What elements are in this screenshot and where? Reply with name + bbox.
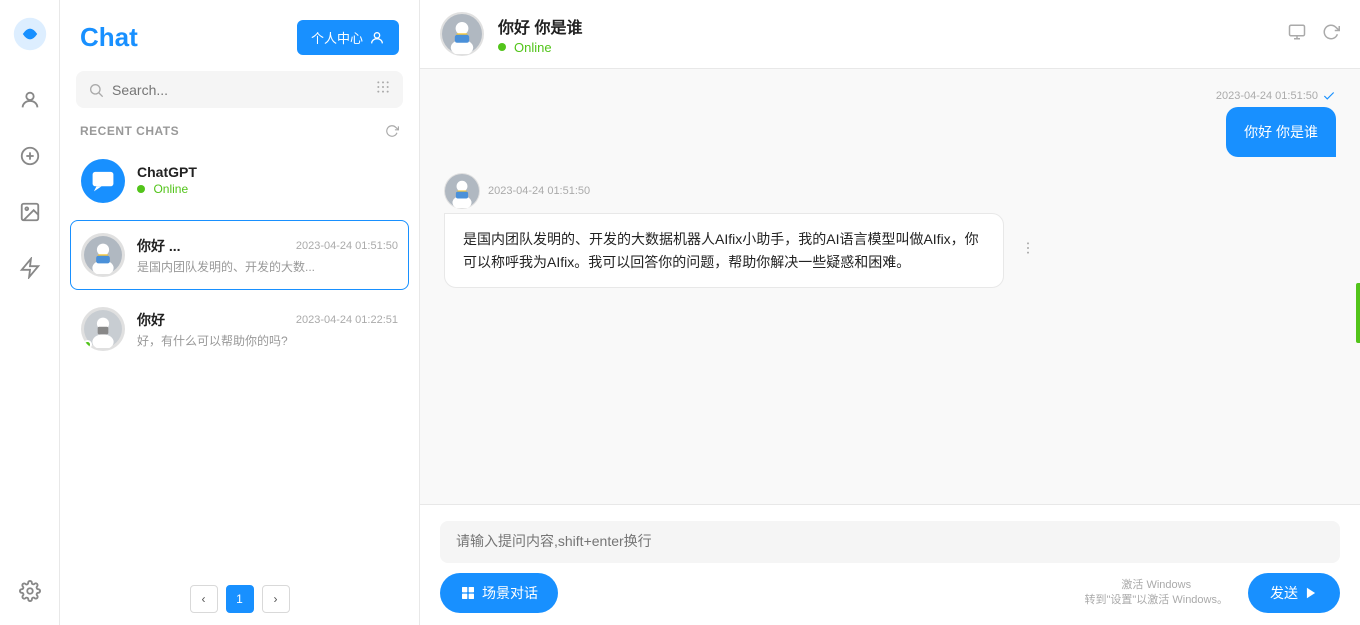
- chat-item-chatgpt[interactable]: ChatGPT Online: [70, 146, 409, 216]
- msg-time-outgoing-1: 2023-04-24 01:51:50: [1216, 89, 1336, 103]
- search-icon: [88, 82, 104, 98]
- chat-header-icons: [1288, 23, 1340, 46]
- bot-avatar-icon: [445, 174, 479, 208]
- chat-info-1: 你好 ... 2023-04-24 01:51:50 是国内团队发明的、开发的大…: [137, 236, 398, 275]
- monitor-icon[interactable]: [1288, 23, 1306, 46]
- person-icon: [369, 30, 385, 46]
- msg-bubble-outgoing-1: 你好 你是谁: [1226, 107, 1336, 157]
- scene-chat-button[interactable]: 场景对话: [440, 573, 558, 613]
- page-1-button[interactable]: 1: [226, 585, 254, 613]
- chat-header-status: Online: [498, 40, 582, 55]
- header-avatar-icon: [442, 14, 482, 54]
- chat-header-name: 你好 你是谁: [498, 14, 582, 38]
- prev-page-button[interactable]: ‹: [190, 585, 218, 613]
- incoming-avatar: [444, 173, 480, 209]
- input-actions: 场景对话 激活 Windows 转到"设置"以激活 Windows。 发送: [440, 573, 1340, 613]
- person-avatar-1: [84, 236, 122, 274]
- more-options-icon[interactable]: [1020, 240, 1036, 261]
- scene-icon: [460, 585, 476, 601]
- online-label-chatgpt: Online: [153, 182, 188, 196]
- input-area: 场景对话 激活 Windows 转到"设置"以激活 Windows。 发送: [420, 504, 1360, 625]
- next-page-button[interactable]: ›: [262, 585, 290, 613]
- chat-avatar-chatgpt: [81, 159, 125, 203]
- checkmark-icon: [1322, 89, 1336, 103]
- messages-area: 2023-04-24 01:51:50 你好 你是谁: [420, 69, 1360, 504]
- chat-avatar-1: [81, 233, 125, 277]
- send-button[interactable]: 发送: [1248, 573, 1340, 613]
- nav-icon-add[interactable]: [12, 138, 48, 174]
- chat-info-chatgpt: ChatGPT Online: [137, 164, 398, 198]
- chat-header-left: 你好 你是谁 Online: [440, 12, 582, 56]
- refresh-icon-small[interactable]: [385, 124, 399, 138]
- msg-time-incoming-1: 2023-04-24 01:51:50: [444, 173, 590, 209]
- msg-bubble-incoming-1: 是国内团队发明的、开发的大数据机器人AIfix小助手，我的AI语言模型叫做AIf…: [444, 213, 1004, 288]
- send-icon: [1304, 586, 1318, 600]
- message-incoming-1: 2023-04-24 01:51:50 是国内团队发明的、开发的大数据机器人AI…: [444, 173, 1336, 288]
- search-input[interactable]: [112, 82, 367, 98]
- chat-header-avatar: [440, 12, 484, 56]
- icon-bar: [0, 0, 60, 625]
- pagination: ‹ 1 ›: [60, 573, 419, 625]
- chat-bubble-icon: [90, 168, 116, 194]
- message-input[interactable]: [456, 533, 1324, 549]
- dots-icon: [1020, 240, 1036, 256]
- online-dot-2: [83, 340, 92, 349]
- message-outgoing-1: 2023-04-24 01:51:50 你好 你是谁: [444, 89, 1336, 157]
- grid-icon[interactable]: [375, 79, 391, 100]
- nav-icon-person[interactable]: [12, 82, 48, 118]
- settings-icon[interactable]: [12, 573, 48, 609]
- sidebar: Chat 个人中心 RECENT CHATS: [60, 0, 420, 625]
- chatgpt-name: ChatGPT: [137, 164, 197, 180]
- chat-preview-2: 好，有什么可以帮助你的吗?: [137, 332, 398, 349]
- chat-time-1: 2023-04-24 01:51:50: [296, 240, 398, 252]
- chat-name-1: 你好 ...: [137, 236, 181, 256]
- logo-icon: [12, 16, 48, 52]
- chat-item-2[interactable]: 你好 2023-04-24 01:22:51 好，有什么可以帮助你的吗?: [70, 294, 409, 364]
- personal-center-label: 个人中心: [311, 28, 363, 47]
- nav-icon-image[interactable]: [12, 194, 48, 230]
- input-box: [440, 521, 1340, 563]
- sidebar-title: Chat: [80, 22, 138, 53]
- online-dot-chatgpt: [137, 185, 145, 193]
- grid-dots-icon: [375, 79, 391, 95]
- chat-item-1[interactable]: 你好 ... 2023-04-24 01:51:50 是国内团队发明的、开发的大…: [70, 220, 409, 290]
- search-bar: [76, 71, 403, 108]
- windows-activate-text: 激活 Windows 转到"设置"以激活 Windows。: [1085, 578, 1229, 609]
- chat-time-2: 2023-04-24 01:22:51: [296, 314, 398, 326]
- chat-list: ChatGPT Online 你: [60, 146, 419, 573]
- chat-preview-1: 是国内团队发明的、开发的大数...: [137, 258, 398, 275]
- nav-icon-lightning[interactable]: [12, 250, 48, 286]
- chat-header: 你好 你是谁 Online: [420, 0, 1360, 69]
- header-online-dot: [498, 43, 506, 51]
- chat-header-info: 你好 你是谁 Online: [498, 14, 582, 55]
- personal-center-button[interactable]: 个人中心: [297, 20, 399, 55]
- chat-name-2: 你好: [137, 310, 165, 330]
- refresh-header-icon[interactable]: [1322, 23, 1340, 46]
- green-indicator: [1356, 283, 1360, 343]
- recent-chats-label: RECENT CHATS: [60, 120, 419, 146]
- chat-info-2: 你好 2023-04-24 01:22:51 好，有什么可以帮助你的吗?: [137, 310, 398, 349]
- chat-avatar-2: [81, 307, 125, 351]
- sidebar-header: Chat 个人中心: [60, 0, 419, 71]
- main-chat: 你好 你是谁 Online: [420, 0, 1360, 625]
